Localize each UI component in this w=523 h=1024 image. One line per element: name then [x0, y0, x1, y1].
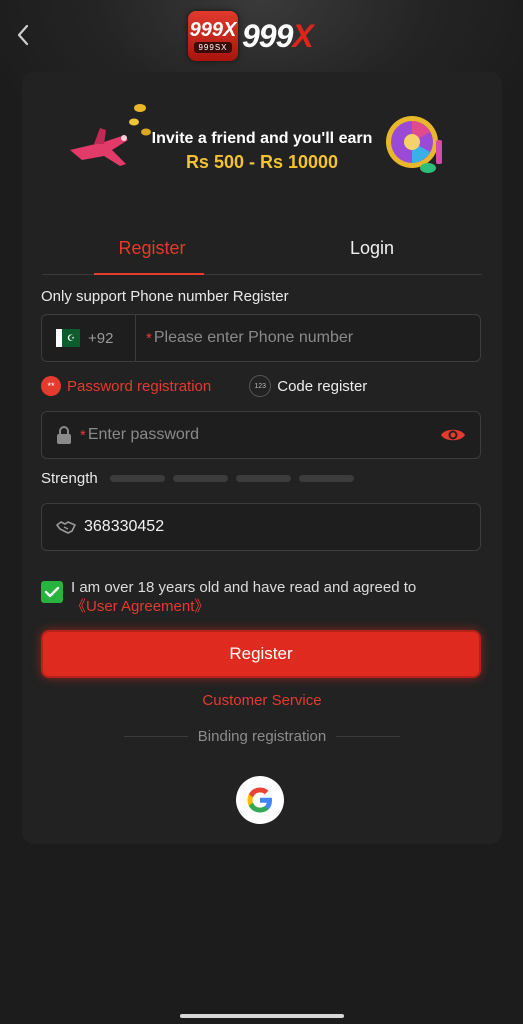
user-agreement-link[interactable]: 《User Agreement》 [71, 598, 209, 615]
phone-field: ☪ +92 * Please enter Phone number [41, 314, 481, 362]
phone-input[interactable]: * Please enter Phone number [136, 329, 353, 347]
strength-label: Strength [41, 470, 98, 487]
phone-placeholder: Please enter Phone number [153, 329, 354, 346]
agreement-statement: I am over 18 years old and have read and… [71, 579, 417, 596]
strength-segment [235, 475, 291, 482]
logo-wordmark: 999X [242, 17, 314, 55]
password-strength: Strength [41, 470, 354, 487]
back-chevron-icon [17, 24, 29, 46]
google-icon [247, 787, 272, 813]
banner-text: Invite a friend and you'll earn Rs 500 -… [142, 130, 382, 173]
required-mark: * [80, 426, 86, 444]
logo-badge: 999X 999SX [188, 11, 238, 61]
logo-badge-subtext: 999SX [194, 41, 232, 53]
plane-illustration-icon [70, 128, 128, 166]
agreement-text: I am over 18 years old and have read and… [71, 578, 416, 616]
auth-tabs: Register Login [42, 222, 482, 275]
binding-registration-divider: Binding registration [124, 728, 401, 745]
register-method-options: ** Password registration 123 Code regist… [41, 374, 481, 398]
password-registration-label: Password registration [67, 377, 212, 395]
back-button[interactable] [8, 20, 38, 50]
register-button[interactable]: Register [41, 630, 481, 678]
check-icon [44, 586, 60, 598]
code-register-option[interactable]: 123 Code register [249, 375, 367, 397]
country-code: +92 [88, 329, 114, 347]
eye-icon[interactable] [440, 425, 466, 450]
required-mark: * [146, 329, 152, 347]
banner-amount: Rs 500 - Rs 10000 [185, 152, 339, 172]
invite-code-value: 368330452 [84, 518, 165, 535]
logo-badge-text: 999X [189, 18, 237, 41]
password-placeholder: Enter password [87, 426, 200, 443]
handshake-icon [56, 519, 76, 535]
app-logo: 999X 999SX 999X [188, 10, 314, 62]
home-indicator [180, 1014, 344, 1018]
binding-label: Binding registration [197, 728, 327, 745]
register-card: Invite a friend and you'll earn Rs 500 -… [22, 72, 502, 844]
google-signin-button[interactable] [236, 776, 284, 824]
password-field[interactable]: * Enter password [41, 411, 481, 459]
password-mode-icon: ** [41, 376, 61, 396]
code-register-label: Code register [277, 377, 368, 395]
lock-icon [56, 425, 72, 445]
strength-bars [109, 475, 354, 482]
agreement-row: I am over 18 years old and have read and… [41, 578, 471, 616]
customer-service-link[interactable]: Customer Service [22, 692, 502, 709]
code-mode-icon: 123 [249, 375, 272, 397]
register-hint: Only support Phone number Register [41, 288, 289, 305]
tab-login[interactable]: Login [262, 222, 482, 274]
banner-title: Invite a friend and you'll earn [151, 130, 373, 147]
strength-segment [109, 475, 165, 482]
password-registration-option[interactable]: ** Password registration [41, 376, 211, 396]
pakistan-flag-icon: ☪ [56, 329, 80, 347]
divider-line [124, 736, 188, 737]
country-code-selector[interactable]: ☪ +92 [42, 315, 136, 361]
prize-wheel-icon [386, 116, 442, 173]
logo-word-main: 999 [242, 17, 293, 54]
strength-segment [172, 475, 228, 482]
logo-word-x: X [292, 17, 313, 54]
tab-register[interactable]: Register [42, 222, 262, 275]
invite-banner[interactable]: Invite a friend and you'll earn Rs 500 -… [64, 100, 460, 186]
divider-line [336, 736, 401, 737]
strength-segment [298, 475, 354, 482]
agreement-checkbox[interactable] [41, 581, 63, 603]
invite-code-field[interactable]: 368330452 [41, 503, 481, 551]
